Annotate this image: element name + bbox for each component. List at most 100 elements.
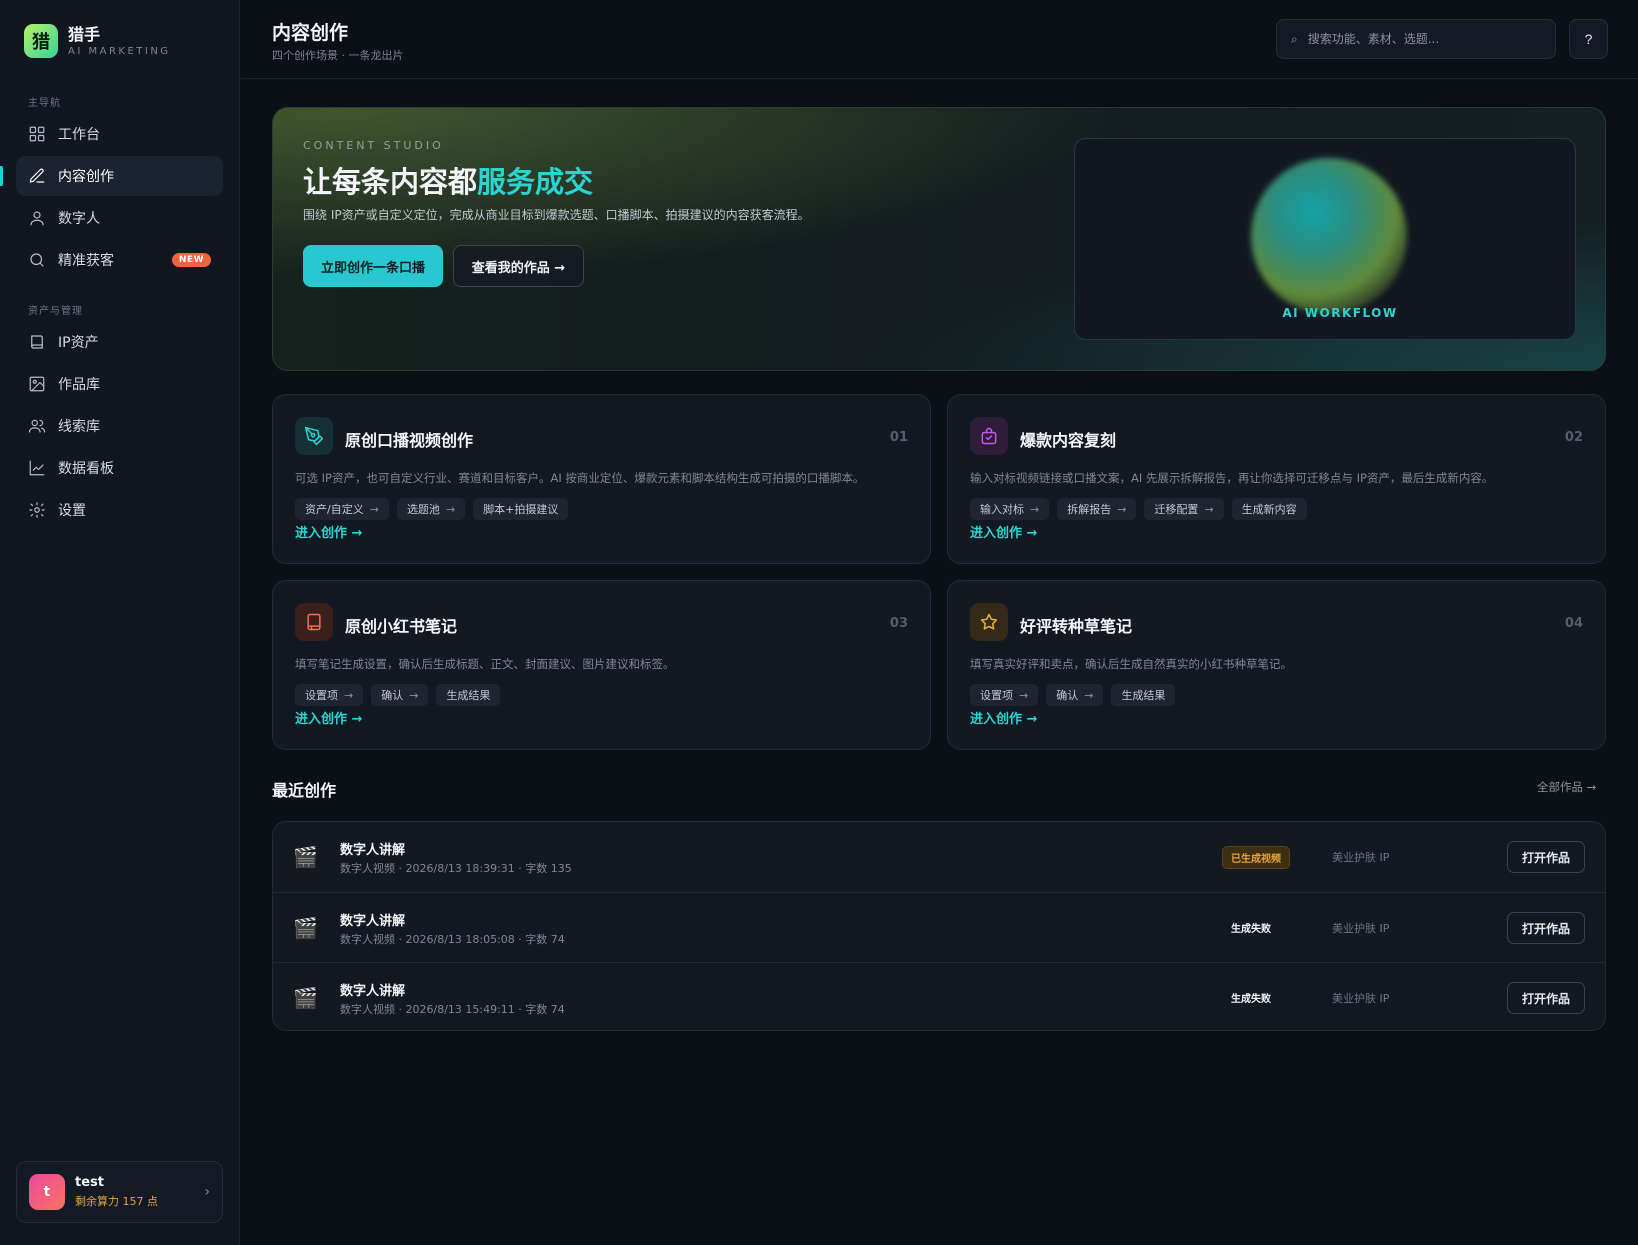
sidebar-item-label: 数据看板 xyxy=(58,461,114,477)
active-indicator xyxy=(0,166,3,186)
search-input[interactable] xyxy=(1307,32,1538,46)
step-label: 生成新内容 xyxy=(1241,503,1297,516)
open-work-button[interactable]: 打开作品 xyxy=(1507,982,1585,1014)
hero-title-prefix: 让每条内容都 xyxy=(303,165,478,199)
sidebar-item-lead-gen[interactable]: 精准获客 NEW xyxy=(16,240,223,280)
card-number: 03 xyxy=(889,616,908,631)
work-title: 数字人讲解 xyxy=(340,843,406,858)
create-broadcast-button[interactable]: 立即创作一条口播 xyxy=(303,245,443,287)
clapperboard-icon: 🎬 xyxy=(293,916,318,940)
chevron-right-icon: › xyxy=(204,1184,210,1200)
shopping-bag-icon xyxy=(970,417,1008,455)
sidebar-item-works[interactable]: 作品库 xyxy=(16,364,223,404)
step-chip: 设置项 → xyxy=(295,684,364,706)
step-label: 生成结果 xyxy=(1121,689,1166,702)
step-label: 输入对标 xyxy=(980,503,1024,516)
list-item[interactable]: 🎬 数字人讲解 数字人视频 · 2026/8/13 18:05:08 · 字数 … xyxy=(273,892,1605,962)
hero-title: 让每条内容都服务成交 xyxy=(303,159,593,201)
card-title: 原创小红书笔记 xyxy=(345,617,458,636)
clapperboard-icon: 🎬 xyxy=(293,986,318,1010)
work-meta: 数字人视频 · 2026/8/13 18:05:08 · 字数 74 xyxy=(340,933,565,946)
enter-creation-link[interactable]: 进入创作 → xyxy=(970,522,1037,541)
user-icon xyxy=(28,209,46,227)
open-work-button[interactable]: 打开作品 xyxy=(1507,841,1585,873)
step-label: 选题池 xyxy=(406,503,440,516)
hero-banner: CONTENT STUDIO 让每条内容都服务成交 围绕 IP资产或自定义定位，… xyxy=(272,107,1606,371)
step-label: 迁移配置 xyxy=(1154,503,1199,516)
sidebar-item-label: 设置 xyxy=(58,503,86,519)
card-title: 原创口播视频创作 xyxy=(345,431,474,450)
pen-tool-icon xyxy=(295,417,333,455)
sidebar-item-leads[interactable]: 线索库 xyxy=(16,406,223,446)
view-works-button[interactable]: 查看我的作品 → xyxy=(453,245,584,287)
hero-title-accent: 服务成交 xyxy=(477,165,594,199)
arrow-right-icon: → xyxy=(445,502,456,516)
avatar: t xyxy=(29,1174,65,1210)
new-badge: NEW xyxy=(171,253,211,267)
nav-section-assets: 资产与管理 xyxy=(28,306,83,317)
hero-eyebrow: CONTENT STUDIO xyxy=(303,139,444,152)
recent-title: 最近创作 xyxy=(272,781,337,800)
card-number: 04 xyxy=(1564,616,1583,631)
sidebar-item-digital-human[interactable]: 数字人 xyxy=(16,198,223,238)
arrow-right-icon: → xyxy=(1084,688,1094,702)
brand[interactable]: 猎 猎手 AI MARKETING xyxy=(24,24,171,58)
view-all-works-link[interactable]: 全部作品 → xyxy=(1537,779,1596,795)
book-icon xyxy=(28,333,46,351)
search-box[interactable]: ⌕ xyxy=(1276,19,1556,59)
step-chip: 确认 → xyxy=(1046,684,1104,706)
sidebar-item-content-creation[interactable]: 内容创作 xyxy=(16,156,223,196)
step-chip: 输入对标 → xyxy=(970,498,1050,520)
sidebar-item-label: 精准获客 xyxy=(58,253,114,269)
step-chip: 生成新内容 xyxy=(1231,498,1307,520)
sidebar-item-workbench[interactable]: 工作台 xyxy=(16,114,223,154)
card-original-broadcast[interactable]: 原创口播视频创作 01 可选 IP资产，也可自定义行业、赛道和目标客户。AI 按… xyxy=(272,394,931,564)
sidebar-item-dashboard[interactable]: 数据看板 xyxy=(16,448,223,488)
sidebar-item-label: 作品库 xyxy=(58,377,100,393)
users-icon xyxy=(28,417,46,435)
user-card[interactable]: t test 剩余算力 157 点 › xyxy=(16,1161,223,1223)
card-steps: 设置项 → 确认 → 生成结果 xyxy=(295,684,501,706)
sidebar-item-settings[interactable]: 设置 xyxy=(16,490,223,530)
ip-label: 美业护肤 IP xyxy=(1332,851,1390,864)
enter-creation-link[interactable]: 进入创作 → xyxy=(295,522,362,541)
enter-creation-link[interactable]: 进入创作 → xyxy=(295,708,362,727)
search-icon xyxy=(28,251,46,269)
sidebar-item-ip-assets[interactable]: IP资产 xyxy=(16,322,223,362)
card-number: 01 xyxy=(889,430,908,445)
step-label: 资产/自定义 xyxy=(305,503,364,516)
status-badge: 生成失败 xyxy=(1231,994,1271,1005)
sidebar-item-label: 工作台 xyxy=(58,127,100,143)
card-viral-replicate[interactable]: 爆款内容复刻 02 输入对标视频链接或口播文案，AI 先展示拆解报告，再让你选择… xyxy=(947,394,1606,564)
arrow-right-icon: → xyxy=(1204,502,1214,516)
status-badge: 已生成视频 xyxy=(1222,846,1290,869)
step-chip: 生成结果 xyxy=(1111,684,1176,706)
card-review-to-note[interactable]: 好评转种草笔记 04 填写真实好评和卖点，确认后生成自然真实的小红书种草笔记。 … xyxy=(947,580,1606,750)
sidebar-item-label: 内容创作 xyxy=(58,169,114,185)
sidebar-item-label: 线索库 xyxy=(58,419,100,435)
help-button[interactable]: ? xyxy=(1569,19,1608,59)
brand-subtitle: AI MARKETING xyxy=(68,45,171,57)
gear-icon xyxy=(28,501,46,519)
step-label: 确认 xyxy=(381,689,404,702)
arrow-right-icon: → xyxy=(369,502,379,516)
hero-description: 围绕 IP资产或自定义定位，完成从商业目标到爆款选题、口播脚本、拍摄建议的内容获… xyxy=(303,208,810,222)
step-label: 设置项 xyxy=(980,689,1013,702)
ip-label: 美业护肤 IP xyxy=(1332,992,1390,1005)
sidebar-item-label: 数字人 xyxy=(58,211,100,227)
open-work-button[interactable]: 打开作品 xyxy=(1507,912,1585,944)
card-title: 好评转种草笔记 xyxy=(1020,617,1133,636)
card-number: 02 xyxy=(1564,430,1583,445)
list-item[interactable]: 🎬 数字人讲解 数字人视频 · 2026/8/13 15:49:11 · 字数 … xyxy=(273,962,1605,1030)
orb-graphic xyxy=(1251,158,1407,314)
step-label: 生成结果 xyxy=(446,689,491,702)
step-chip: 脚本+拍摄建议 xyxy=(473,498,569,520)
arrow-right-icon: → xyxy=(344,688,354,702)
list-item[interactable]: 🎬 数字人讲解 数字人视频 · 2026/8/13 18:39:31 · 字数 … xyxy=(273,822,1605,892)
card-xiaohongshu-note[interactable]: 原创小红书笔记 03 填写笔记生成设置，确认后生成标题、正文、封面建议、图片建议… xyxy=(272,580,931,750)
page-title: 内容创作 xyxy=(272,22,349,44)
star-icon xyxy=(970,603,1008,641)
card-description: 输入对标视频链接或口播文案，AI 先展示拆解报告，再让你选择可迁移点与 IP资产… xyxy=(970,471,1494,485)
sidebar-item-label: IP资产 xyxy=(58,335,99,351)
enter-creation-link[interactable]: 进入创作 → xyxy=(970,708,1037,727)
